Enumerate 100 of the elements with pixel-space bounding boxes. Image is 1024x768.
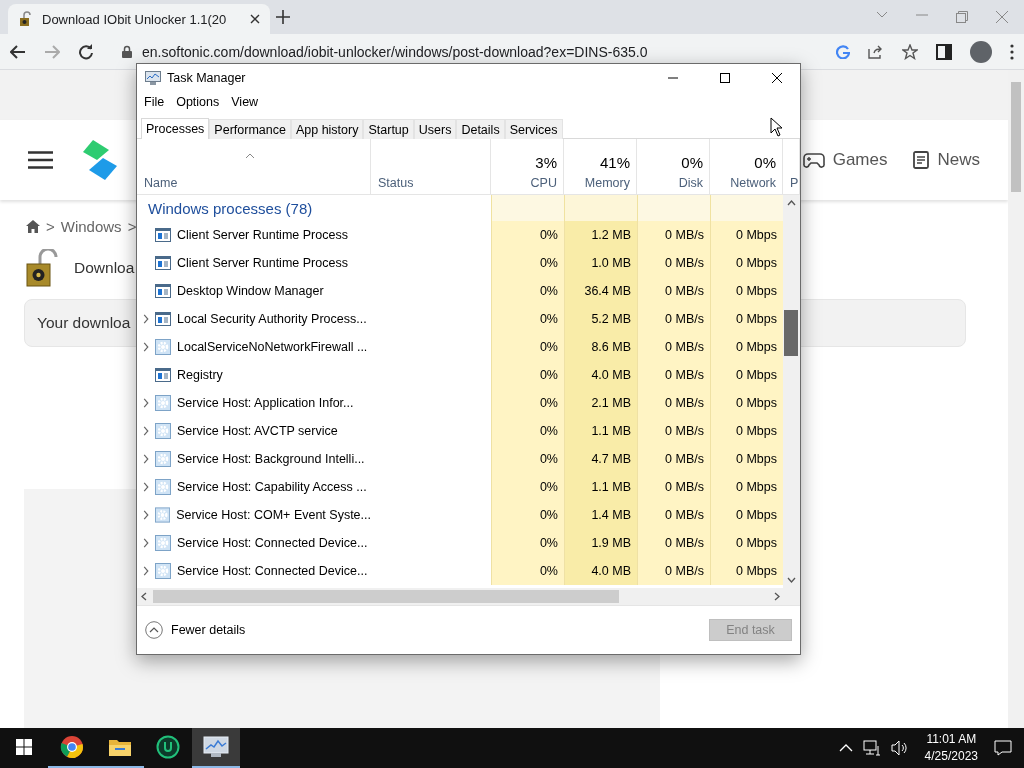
network-cell: 0 Mbps	[710, 249, 783, 277]
process-row[interactable]: Service Host: Capability Access ... 0% 1.1 MB 0 MB/s 0 Mbps	[137, 473, 783, 501]
breadcrumb-text[interactable]: Windows	[60, 218, 122, 235]
menu-item[interactable]: File	[144, 95, 165, 109]
process-row[interactable]: Local Security Authority Process... 0% 5.2 MB 0 MB/s 0 Mbps	[137, 305, 783, 333]
scroll-thumb[interactable]	[153, 590, 619, 603]
back-arrow-icon[interactable]	[10, 44, 26, 59]
column-label: CPU	[530, 176, 557, 190]
column-header[interactable]: Name	[137, 139, 371, 195]
scroll-left-icon[interactable]	[141, 592, 147, 601]
restore-icon[interactable]	[956, 11, 968, 23]
expand-chevron-icon[interactable]	[143, 398, 149, 408]
menu-item[interactable]: View	[231, 95, 259, 109]
close-icon[interactable]	[250, 14, 260, 24]
menu-icon[interactable]	[28, 151, 53, 169]
volume-icon[interactable]	[890, 740, 909, 756]
share-icon[interactable]	[868, 44, 884, 59]
tab-title: Download IObit Unlocker 1.1(20	[42, 11, 228, 27]
home-icon[interactable]	[26, 220, 40, 233]
unlocker-icon	[156, 735, 180, 759]
column-label: Memory	[584, 176, 630, 190]
network-cell: 0 Mbps	[710, 361, 783, 389]
more-icon[interactable]	[1010, 43, 1014, 60]
process-row[interactable]: Desktop Window Manager 0% 36.4 MB 0 MB/s 0 Mbps	[137, 277, 783, 305]
nav-link[interactable]: News	[913, 150, 980, 170]
date-text: 4/25/2023	[924, 748, 978, 765]
process-row[interactable]: Service Host: Connected Device... 0% 4.0 MB 0 MB/s 0 Mbps	[137, 557, 783, 585]
memory-cell: 4.0 MB	[564, 361, 637, 389]
memory-cell: 1.4 MB	[564, 501, 637, 529]
window-icon	[155, 284, 171, 298]
process-row[interactable]: Registry 0% 4.0 MB 0 MB/s 0 Mbps	[137, 361, 783, 389]
tab[interactable]: Services	[504, 119, 563, 139]
tab[interactable]: Processes	[141, 118, 210, 139]
process-row[interactable]: LocalServiceNoNetworkFirewall ... 0% 8.6 MB 0 MB/s 0 Mbps	[137, 333, 783, 361]
expand-chevron-icon[interactable]	[143, 482, 149, 492]
tab[interactable]: Performance	[209, 119, 291, 139]
scroll-up-icon[interactable]	[787, 200, 796, 206]
tab[interactable]: Startup	[363, 119, 414, 139]
expand-chevron-icon[interactable]	[143, 454, 149, 464]
process-row[interactable]: Service Host: Connected Device... 0% 1.9 MB 0 MB/s 0 Mbps	[137, 529, 783, 557]
disk-cell: 0 MB/s	[637, 249, 710, 277]
network-cell: 0 Mbps	[710, 557, 783, 585]
clock[interactable]: 11:01 AM 4/25/2023	[918, 731, 984, 765]
scroll-thumb[interactable]	[784, 310, 798, 356]
reload-icon[interactable]	[78, 43, 94, 60]
side-panel-icon[interactable]	[936, 43, 952, 60]
memory-cell: 8.6 MB	[564, 333, 637, 361]
menu-item[interactable]: Options	[176, 95, 220, 109]
memory-cell: 5.2 MB	[564, 305, 637, 333]
notification-icon[interactable]	[994, 740, 1012, 756]
browser-tab[interactable]: Download IObit Unlocker 1.1(20	[8, 4, 270, 34]
profile-avatar[interactable]	[970, 40, 992, 63]
gamepad-icon	[802, 152, 825, 168]
caret-icon[interactable]	[876, 11, 888, 19]
cpu-cell: 0%	[491, 277, 564, 305]
network-icon[interactable]	[862, 740, 881, 756]
tab[interactable]: Users	[413, 119, 457, 139]
nav-link[interactable]: Games	[802, 150, 888, 170]
expand-chevron-icon[interactable]	[143, 426, 149, 436]
star-icon[interactable]	[902, 43, 918, 60]
g-logo-icon[interactable]	[836, 44, 850, 59]
maximize-icon[interactable]	[720, 73, 730, 83]
disk-cell: 0 MB/s	[637, 501, 710, 529]
tab[interactable]: Details	[456, 119, 505, 139]
time-text: 11:01 AM	[926, 731, 977, 748]
tab[interactable]: App history	[290, 119, 364, 139]
memory-cell: 2.1 MB	[564, 389, 637, 417]
lock-icon	[122, 45, 132, 58]
column-header[interactable]: Status	[371, 139, 491, 195]
process-row[interactable]: Client Server Runtime Process 0% 1.0 MB 0 MB/s 0 Mbps	[137, 249, 783, 277]
process-row[interactable]: Client Server Runtime Process 0% 1.2 MB 0 MB/s 0 Mbps	[137, 221, 783, 249]
breadcrumb-text: >	[46, 218, 55, 235]
expand-chevron-icon[interactable]	[143, 342, 149, 352]
network-cell: 0 Mbps	[710, 417, 783, 445]
process-name: Desktop Window Manager	[177, 284, 324, 298]
expand-chevron-icon[interactable]	[143, 314, 149, 324]
collapse-icon[interactable]	[145, 621, 163, 639]
expand-chevron-icon[interactable]	[143, 538, 149, 548]
url-text: en.softonic.com/download/iobit-unlocker/windows/post-download?ex=DINS-635.0	[142, 43, 648, 60]
page-scrollbar[interactable]	[1008, 70, 1024, 728]
column-label: Name	[144, 176, 178, 190]
scroll-down-icon[interactable]	[787, 577, 796, 583]
scroll-thumb[interactable]	[1011, 82, 1021, 192]
process-row[interactable]: Service Host: Application Infor... 0% 2.1 MB 0 MB/s 0 Mbps	[137, 389, 783, 417]
network-cell: 0 Mbps	[710, 333, 783, 361]
chevron-up-icon[interactable]	[838, 744, 853, 752]
gear-icon	[155, 451, 171, 467]
vertical-scrollbar[interactable]	[783, 195, 800, 588]
expand-chevron-icon[interactable]	[143, 566, 149, 576]
fewer-details-link[interactable]: Fewer details	[171, 623, 246, 637]
taskbar-app[interactable]	[192, 728, 240, 768]
scroll-right-icon[interactable]	[774, 592, 780, 601]
process-row[interactable]: Service Host: AVCTP service 0% 1.1 MB 0 MB/s 0 Mbps	[137, 417, 783, 445]
process-row[interactable]: Service Host: Background Intelli... 0% 4.7 MB 0 MB/s 0 Mbps	[137, 445, 783, 473]
close-icon[interactable]	[772, 73, 782, 83]
process-row[interactable]: Service Host: COM+ Event Syste... 0% 1.4 MB 0 MB/s 0 Mbps	[137, 501, 783, 529]
horizontal-scrollbar[interactable]	[137, 588, 800, 605]
new-tab-icon[interactable]	[276, 10, 290, 24]
expand-chevron-icon[interactable]	[143, 510, 149, 520]
page-title: Downloa	[74, 259, 135, 277]
